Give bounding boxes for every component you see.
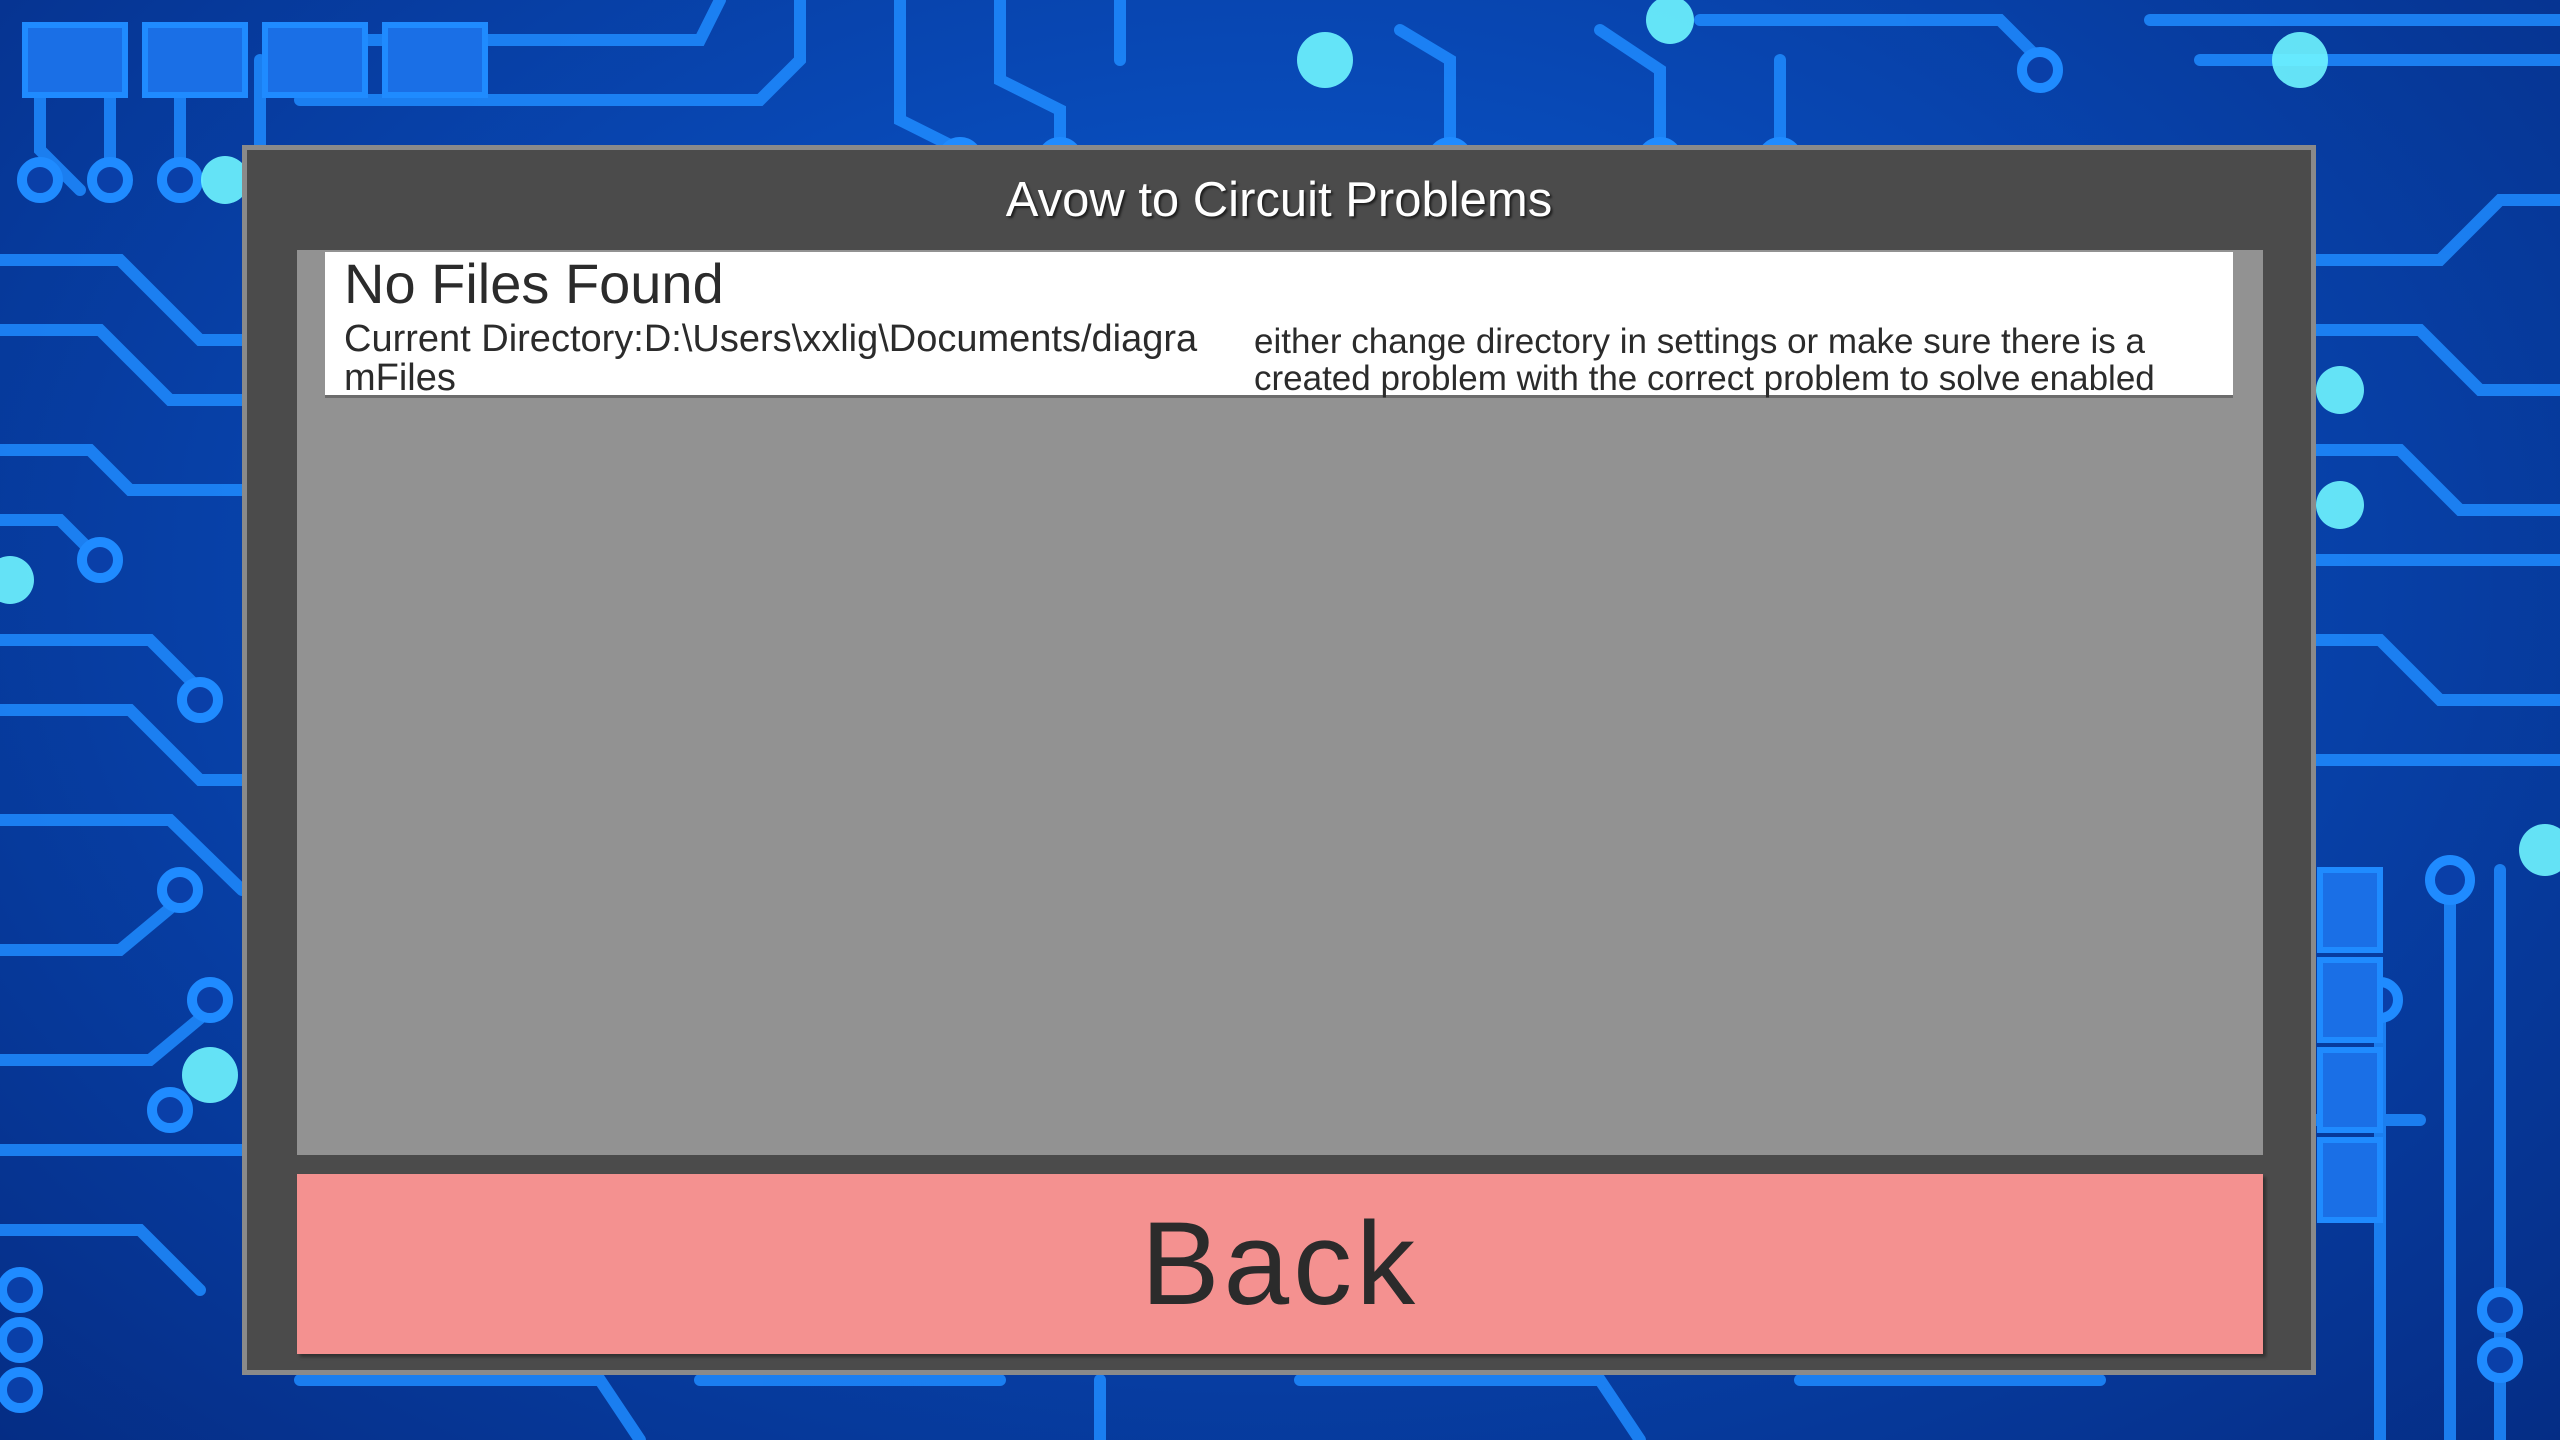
directory-hint-text: either change directory in settings or m… bbox=[1254, 322, 2155, 398]
current-directory-text: Current Directory:D:\Users\xxlig\Documen… bbox=[344, 318, 1198, 399]
dialog-title: Avow to Circuit Problems bbox=[1005, 173, 1553, 227]
list-item[interactable]: No Files Found Current Directory:D:\User… bbox=[325, 252, 2233, 398]
list-item-title: No Files Found bbox=[344, 252, 724, 315]
problem-select-dialog: Avow to Circuit Problems No Files Found … bbox=[242, 145, 2316, 1375]
back-button[interactable]: Back bbox=[297, 1174, 2263, 1354]
problem-file-list[interactable]: No Files Found Current Directory:D:\User… bbox=[297, 250, 2263, 1155]
